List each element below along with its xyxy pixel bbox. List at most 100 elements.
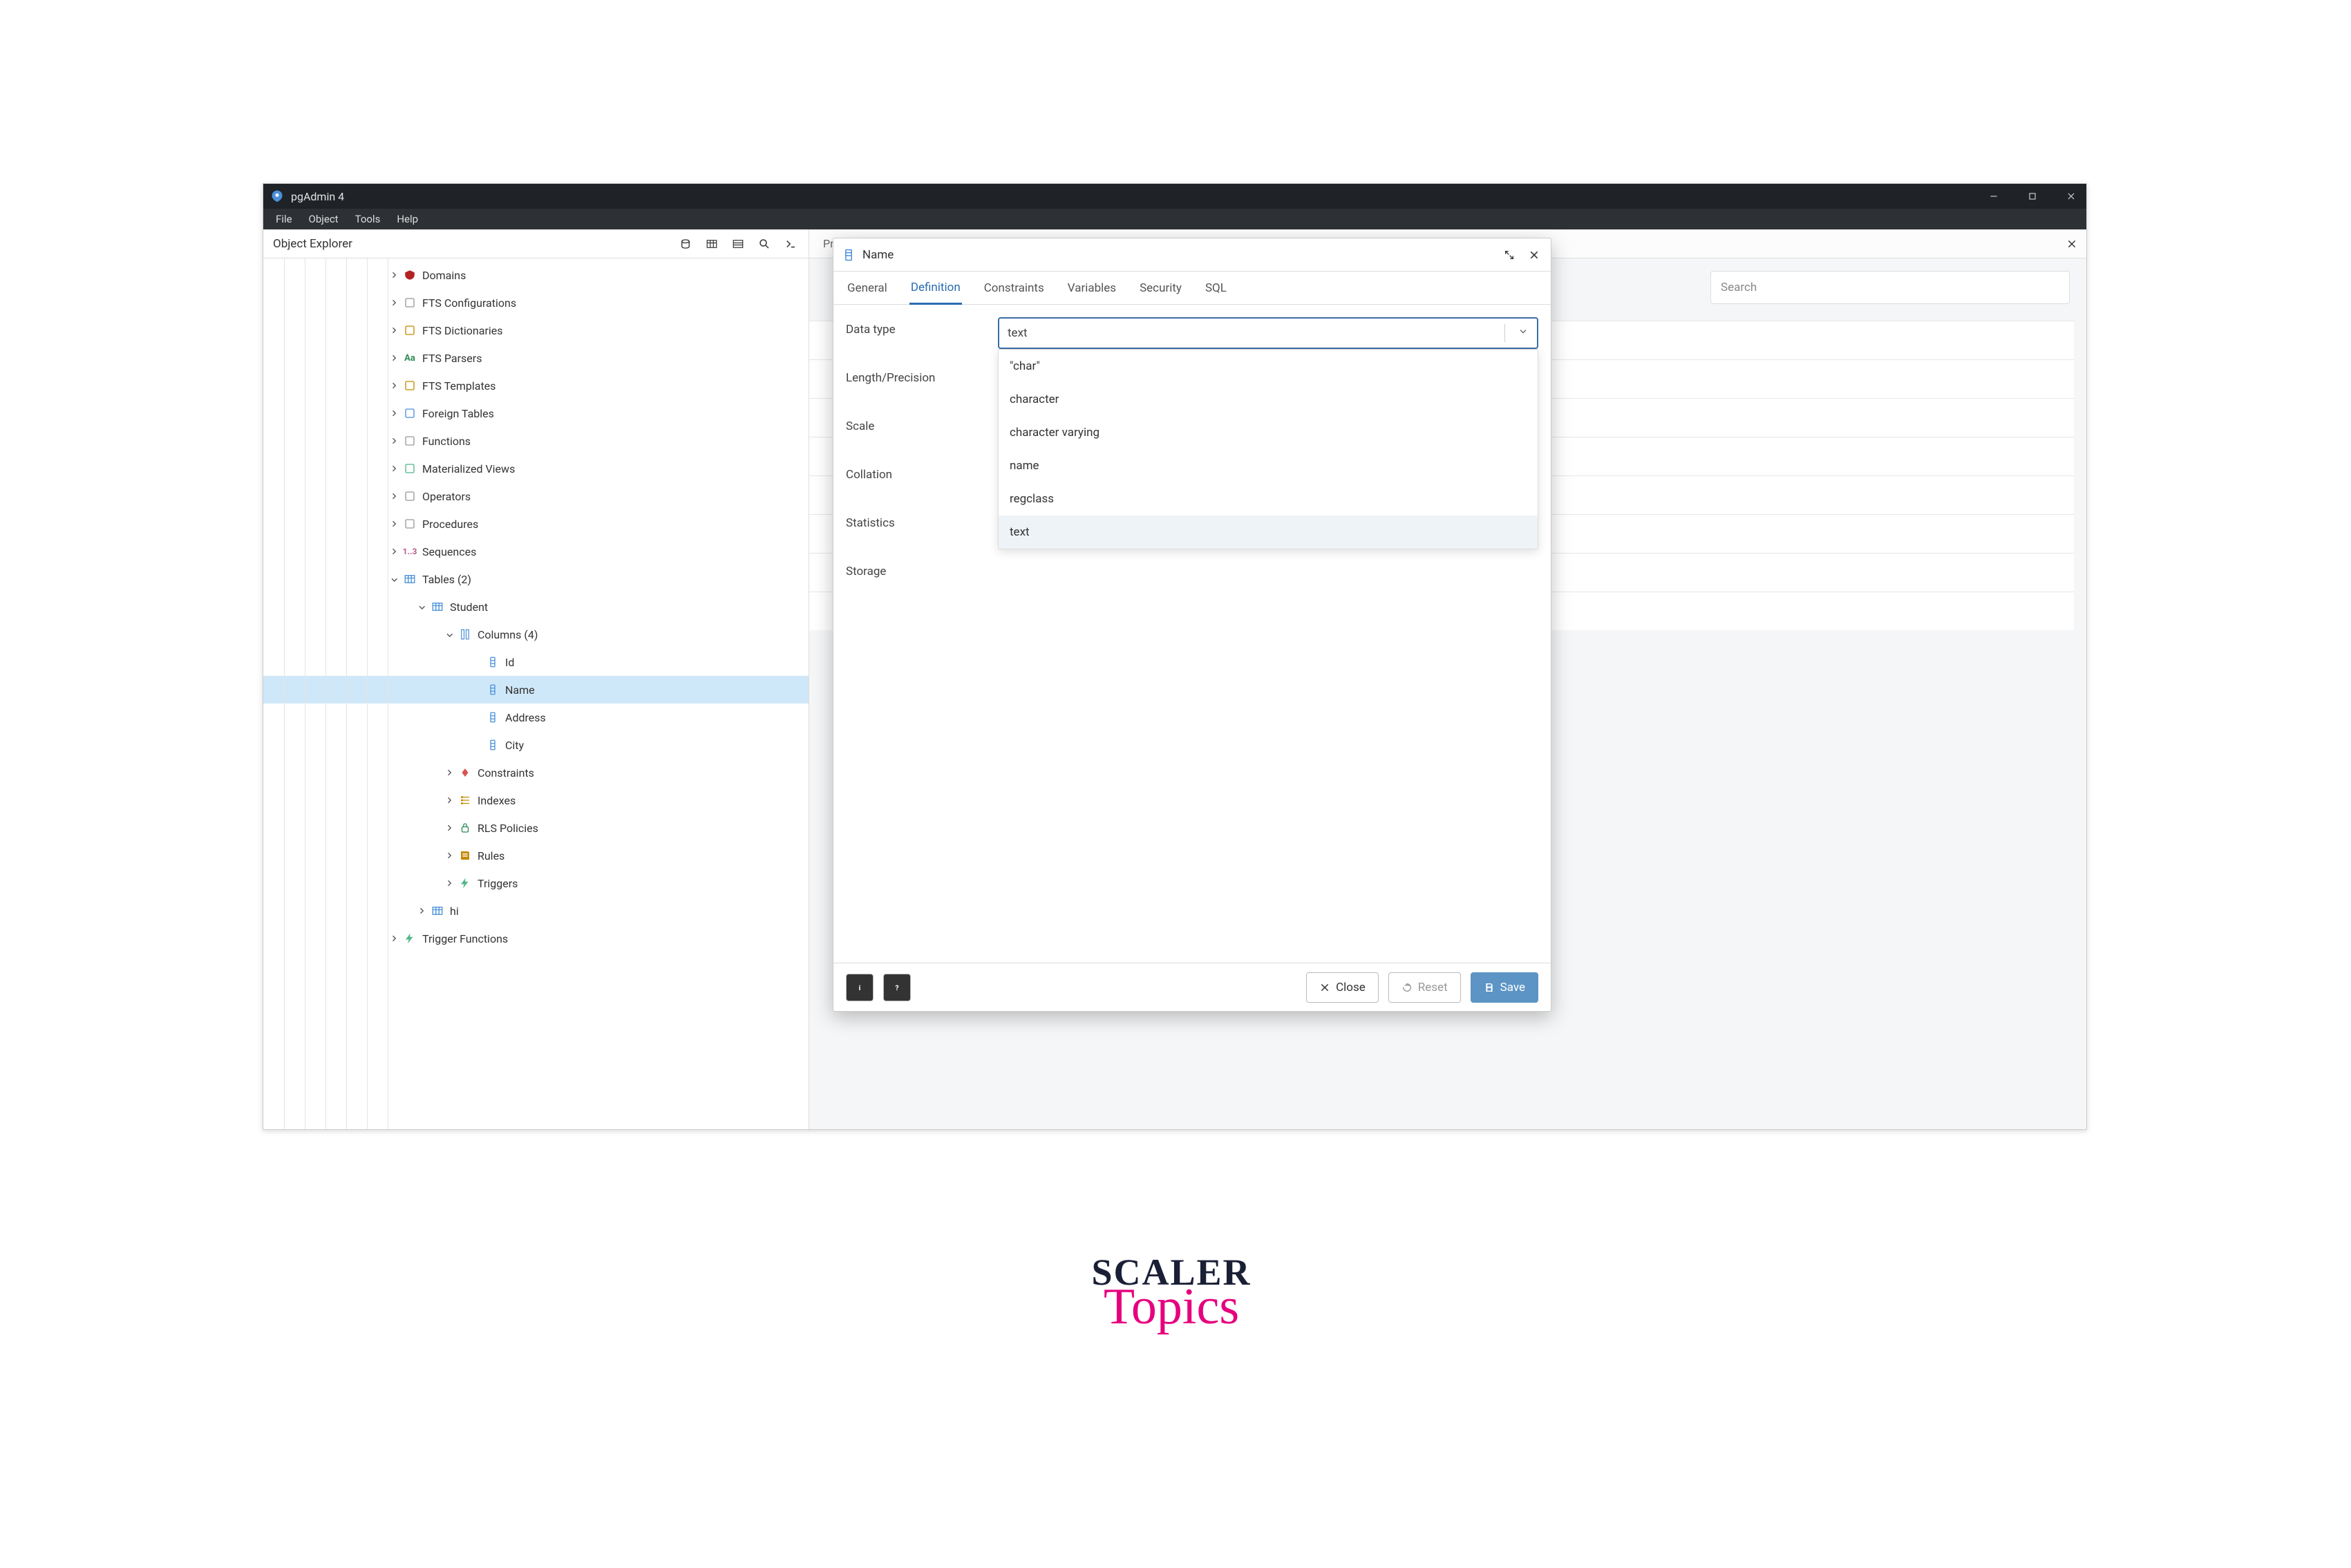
tree-item[interactable]: Name (263, 676, 809, 703)
tree-item[interactable]: Procedures (263, 510, 809, 538)
minimize-button[interactable] (1985, 188, 2002, 205)
tree-item[interactable]: Triggers (263, 869, 809, 897)
dialog-close-icon[interactable] (1526, 247, 1542, 263)
dialog-tab-variables[interactable]: Variables (1066, 273, 1117, 303)
object-tree[interactable]: Domains FTS Configurations FTS Dictionarie… (263, 258, 809, 1129)
function-icon (403, 434, 417, 448)
chevron-right-icon (415, 905, 428, 917)
tree-item-label: Id (505, 656, 514, 669)
view-data-icon[interactable] (699, 233, 724, 255)
tree-item[interactable]: Student (263, 593, 809, 621)
tree-item-label: hi (450, 905, 459, 918)
reset-button[interactable]: Reset (1388, 972, 1461, 1003)
menu-tools[interactable]: Tools (348, 211, 388, 227)
dialog-tab-sql[interactable]: SQL (1204, 273, 1228, 303)
tree-item[interactable]: FTS Templates (263, 372, 809, 399)
tree-item[interactable]: Constraints (263, 759, 809, 786)
tree-item[interactable]: Id (263, 648, 809, 676)
trigger-icon (458, 876, 472, 890)
column-icon (486, 683, 500, 697)
chevron-right-icon (388, 490, 400, 502)
tree-item[interactable]: hi (263, 897, 809, 925)
dialog-expand-icon[interactable] (1501, 247, 1518, 263)
tree-item[interactable]: Indexes (263, 786, 809, 814)
label-statistics: Statistics (846, 511, 998, 531)
option-name[interactable]: name (999, 449, 1538, 482)
app-title: pgAdmin 4 (291, 190, 344, 203)
tree-item[interactable]: RLS Policies (263, 814, 809, 842)
search-objects-icon[interactable] (752, 233, 777, 255)
table-icon (431, 600, 444, 614)
label-storage: Storage (846, 559, 998, 579)
tree-item[interactable]: 1..3Sequences (263, 538, 809, 565)
query-tool-icon[interactable] (673, 233, 698, 255)
tree-item[interactable]: Address (263, 703, 809, 731)
maximize-button[interactable] (2024, 188, 2041, 205)
menu-file[interactable]: File (269, 211, 299, 227)
tree-item-label: FTS Configurations (422, 296, 516, 310)
columns-icon (458, 627, 472, 641)
tree-item[interactable]: Tables (2) (263, 565, 809, 593)
pgadmin-logo-icon (270, 189, 284, 203)
tree-item-label: FTS Dictionaries (422, 324, 503, 337)
dialog-tab-definition[interactable]: Definition (909, 272, 962, 305)
main-close-icon[interactable] (2064, 236, 2079, 252)
svg-text:i: i (859, 983, 861, 992)
tree-item[interactable]: Functions (263, 427, 809, 455)
tree-item-label: Indexes (478, 794, 516, 807)
option-character-varying[interactable]: character varying (999, 416, 1538, 449)
chevron-down-icon (388, 573, 400, 585)
dialog-tab-security[interactable]: Security (1138, 273, 1183, 303)
tree-item[interactable]: FTS Dictionaries (263, 317, 809, 344)
chevron-right-icon (388, 462, 400, 475)
tree-item-label: Constraints (478, 766, 534, 780)
tree-item-label: Student (450, 601, 488, 614)
tree-item[interactable]: Foreign Tables (263, 399, 809, 427)
tree-item[interactable]: Operators (263, 482, 809, 510)
tree-item[interactable]: Domains (263, 261, 809, 289)
option-text[interactable]: text (999, 516, 1538, 549)
info-button[interactable]: i (846, 974, 874, 1001)
filter-rows-icon[interactable] (726, 233, 750, 255)
tree-item[interactable]: Rules (263, 842, 809, 869)
tree-item-label: City (505, 739, 524, 752)
search-input[interactable]: Search (1710, 271, 2070, 304)
tree-item[interactable]: Columns (4) (263, 621, 809, 648)
dialog-titlebar: Name (833, 238, 1551, 272)
chevron-right-icon (471, 683, 483, 696)
tree-item[interactable]: Materialized Views (263, 455, 809, 482)
tree-item-label: Columns (4) (478, 628, 538, 641)
tree-item-label: Operators (422, 490, 471, 503)
data-type-select[interactable]: text (998, 317, 1538, 349)
close-window-button[interactable] (2063, 188, 2079, 205)
dialog-tab-general[interactable]: General (846, 273, 889, 303)
chevron-right-icon (471, 739, 483, 751)
option-regclass[interactable]: regclass (999, 482, 1538, 516)
chevron-right-icon (388, 269, 400, 281)
option-character[interactable]: character (999, 383, 1538, 416)
tree-item[interactable]: Trigger Functions (263, 925, 809, 952)
menu-help[interactable]: Help (390, 211, 425, 227)
label-data-type: Data type (846, 317, 998, 337)
label-collation: Collation (846, 462, 998, 482)
dialog-tab-constraints[interactable]: Constraints (983, 273, 1046, 303)
option-char[interactable]: "char" (999, 350, 1538, 383)
tree-item[interactable]: FTS Configurations (263, 289, 809, 317)
chevron-right-icon (388, 352, 400, 364)
chevron-right-icon (388, 407, 400, 419)
tree-item[interactable]: AaFTS Parsers (263, 344, 809, 372)
tree-item[interactable]: City (263, 731, 809, 759)
psql-tool-icon[interactable] (778, 233, 803, 255)
fts-dict-icon (403, 323, 417, 337)
chevron-right-icon (471, 711, 483, 724)
close-button[interactable]: Close (1306, 972, 1379, 1003)
procedure-icon (403, 517, 417, 531)
menu-object[interactable]: Object (302, 211, 346, 227)
help-button[interactable]: ? (883, 974, 911, 1001)
save-button[interactable]: Save (1471, 972, 1538, 1003)
dialog-tabs: General Definition Constraints Variables… (833, 272, 1551, 305)
chevron-right-icon (388, 518, 400, 530)
chevron-right-icon (443, 766, 455, 779)
chevron-right-icon (443, 794, 455, 806)
column-icon (486, 655, 500, 669)
